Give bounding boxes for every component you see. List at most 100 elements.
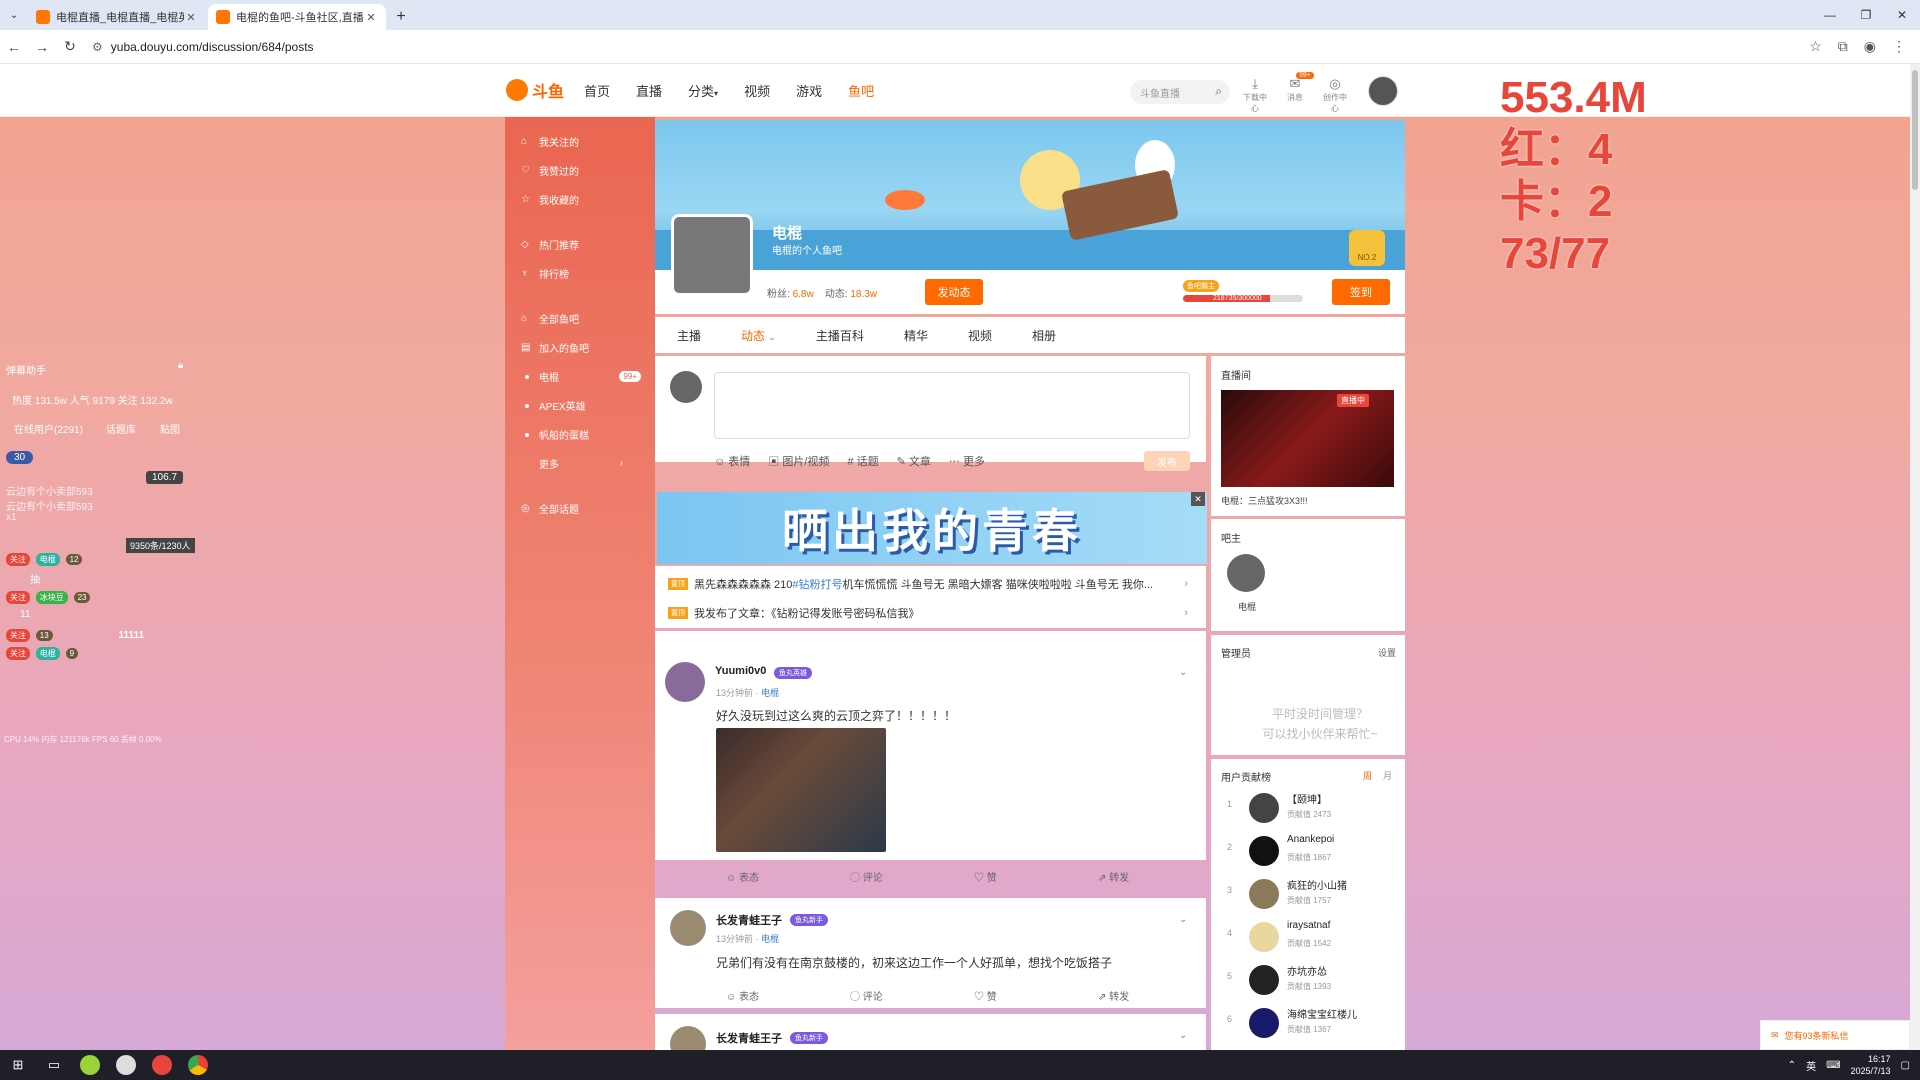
browser-tab[interactable]: 电棍直播_电棍直播_电棍英雄联 ✕ (28, 4, 206, 30)
rank-item[interactable]: 4 iraysatnaf 贡献值 1542 (1221, 916, 1391, 956)
nav-category[interactable]: 分类▾ (688, 81, 718, 100)
forward-icon[interactable]: → (28, 33, 56, 61)
new-tab-button[interactable]: + (388, 4, 414, 30)
sidebar-item-more[interactable]: 更多 › (505, 449, 655, 478)
rank-item[interactable]: 6 海绵宝宝红楼儿 贡献值 1367 (1221, 1002, 1391, 1042)
tab-anchor[interactable]: 主播 (677, 327, 701, 344)
react-button[interactable]: ☺ 表态 (726, 988, 850, 1003)
nav-home[interactable]: 首页 (584, 81, 610, 100)
post-image[interactable] (716, 728, 886, 852)
post-author-name[interactable]: 长发青蛙王子 (716, 912, 782, 928)
post-options-icon[interactable]: ⌄ (1179, 667, 1187, 678)
post-author-name[interactable]: 长发青蛙王子 (716, 1030, 782, 1046)
tab-close-icon[interactable]: ✕ (364, 11, 378, 24)
scrollbar-thumb[interactable] (1912, 70, 1918, 190)
sidebar-item-ranking[interactable]: ♆ 排行榜 (505, 259, 655, 288)
task-view-icon[interactable]: ▭ (36, 1050, 72, 1080)
follow-chip[interactable]: 关注 (6, 553, 30, 566)
site-info-icon[interactable]: ⚙ (92, 40, 103, 54)
download-center[interactable]: ⤓ 下载中心 (1240, 76, 1270, 114)
sidebar-item-dianguan[interactable]: 电棍 99+ (505, 362, 655, 391)
tab-wiki[interactable]: 主播百科 (816, 327, 864, 344)
app-icon[interactable] (72, 1050, 108, 1080)
reload-icon[interactable]: ↻ (56, 33, 84, 61)
promo-close-icon[interactable]: ✕ (1191, 492, 1205, 506)
assistant-sticker-tab[interactable]: 贴图 (160, 421, 180, 436)
tab-dynamic[interactable]: 动态 ⌄ (741, 327, 776, 344)
douyu-logo[interactable]: 斗鱼 (506, 78, 564, 102)
minimize-icon[interactable]: — (1812, 0, 1848, 30)
sidebar-item-hot[interactable]: ◇ 热门推荐 (505, 230, 655, 259)
tab-close-icon[interactable]: ✕ (184, 11, 198, 24)
menu-icon[interactable]: ⋮ (1892, 38, 1906, 55)
nav-live[interactable]: 直播 (636, 81, 662, 100)
comment-button[interactable]: ◯ 评论 (850, 988, 974, 1003)
rank-item[interactable]: 2 Anankepoi 贡献值 1867 (1221, 830, 1391, 870)
tab-essence[interactable]: 精华 (904, 327, 928, 344)
input-language[interactable]: 英 (1806, 1058, 1816, 1073)
sidebar-item-cake[interactable]: 帆船的蛋糕 (505, 420, 655, 449)
bazhu-name[interactable]: 电棍 (1238, 600, 1256, 613)
lock-icon[interactable]: 🔒︎ (178, 360, 183, 371)
app-icon[interactable] (108, 1050, 144, 1080)
post-options-icon[interactable]: ⌄ (1179, 914, 1187, 925)
like-button[interactable]: ♡ 赞 (974, 869, 1098, 884)
share-button[interactable]: ⇗ 转发 (1098, 869, 1222, 884)
notice-row[interactable]: 置顶 我发布了文章：《钻粉记得发账号密码私信我》 › (668, 605, 1188, 621)
sidebar-item-apex[interactable]: APEX英雄 (505, 391, 655, 420)
image-tool[interactable]: ▣ 图片/视频 (768, 453, 829, 469)
follow-chip[interactable]: 关注 (6, 591, 30, 604)
publish-button[interactable]: 发布 (1144, 451, 1190, 471)
extensions-icon[interactable]: ⧉ (1838, 38, 1848, 55)
rank-item[interactable]: 3 疯狂的小山猪 贡献值 1757 (1221, 873, 1391, 913)
emoji-tool[interactable]: ☺ 表情 (714, 453, 750, 469)
nav-game[interactable]: 游戏 (796, 81, 822, 100)
sidebar-item-all-yuba[interactable]: ⌂ 全部鱼吧 (505, 304, 655, 333)
live-caption[interactable]: 电棍：三点猛攻3X3!!! (1221, 494, 1308, 507)
nav-video[interactable]: 视频 (744, 81, 770, 100)
creator-center[interactable]: ◎ 创作中心 (1320, 76, 1350, 114)
promo-banner[interactable]: 晒出我的青春 (657, 492, 1207, 564)
chrome-icon[interactable] (180, 1050, 216, 1080)
article-tool[interactable]: ✎ 文章 (897, 453, 931, 469)
tray-arrow-icon[interactable]: ⌃ (1788, 1060, 1796, 1071)
browser-tab-active[interactable]: 电棍的鱼吧-斗鱼社区,直播精彩 ✕ (208, 4, 386, 30)
rank-tab-week[interactable]: 周 (1363, 769, 1372, 782)
clock[interactable]: 16:17 2025/7/13 (1851, 1053, 1891, 1077)
comment-button[interactable]: ◯ 评论 (850, 869, 974, 884)
assistant-online-tab[interactable]: 在线用户(2291) (14, 421, 83, 436)
checkin-button[interactable]: 签到 (1332, 279, 1390, 305)
search-icon[interactable]: ⌕ (1215, 84, 1222, 99)
bookmark-star-icon[interactable]: ☆ (1809, 38, 1822, 55)
sidebar-item-joined[interactable]: ▤ 加入的鱼吧 (505, 333, 655, 362)
post-author-avatar[interactable] (665, 662, 705, 702)
post-author-avatar[interactable] (670, 910, 706, 946)
composer-textarea[interactable] (714, 372, 1190, 439)
profile-icon[interactable]: ◉ (1864, 38, 1876, 55)
post-dynamic-button[interactable]: 发动态 (925, 279, 983, 305)
notice-hashtag[interactable]: #钻粉打号 (792, 576, 842, 592)
post-forum[interactable]: 电棍 (761, 688, 779, 698)
post-options-icon[interactable]: ⌄ (1179, 1030, 1187, 1041)
post-forum[interactable]: 电棍 (761, 934, 779, 944)
post-author-name[interactable]: Yuumi0v0 (715, 665, 766, 677)
search-input[interactable]: 斗鱼直播 ⌕ (1130, 80, 1230, 104)
sidebar-item-topics[interactable]: ◎ 全部话题 (505, 494, 655, 523)
sidebar-item-liked[interactable]: ♡ 我赞过的 (505, 156, 655, 185)
tab-search-icon[interactable]: ⌄ (0, 0, 28, 30)
restore-icon[interactable]: ❐ (1848, 0, 1884, 30)
start-icon[interactable]: ⊞ (0, 1050, 36, 1080)
react-button[interactable]: ☺ 表态 (726, 869, 850, 884)
back-icon[interactable]: ← (0, 33, 28, 61)
rank-item[interactable]: 1 【颐坤】 贡献值 2473 (1221, 787, 1391, 827)
bazhu-avatar[interactable] (1227, 554, 1265, 592)
page-scrollbar[interactable] (1910, 64, 1920, 1050)
notification-icon[interactable]: ▢ (1901, 1060, 1910, 1071)
sidebar-item-following[interactable]: ⌂ 我关注的 (505, 127, 655, 156)
rank-item[interactable]: 5 亦坑亦怂 贡献值 1393 (1221, 959, 1391, 999)
messages[interactable]: ✉ 99+ 消息 (1280, 72, 1314, 114)
like-button[interactable]: ♡ 赞 (974, 988, 1098, 1003)
tab-video[interactable]: 视频 (968, 327, 992, 344)
share-button[interactable]: ⇗ 转发 (1098, 988, 1222, 1003)
topic-tool[interactable]: # 话题 (847, 453, 878, 469)
